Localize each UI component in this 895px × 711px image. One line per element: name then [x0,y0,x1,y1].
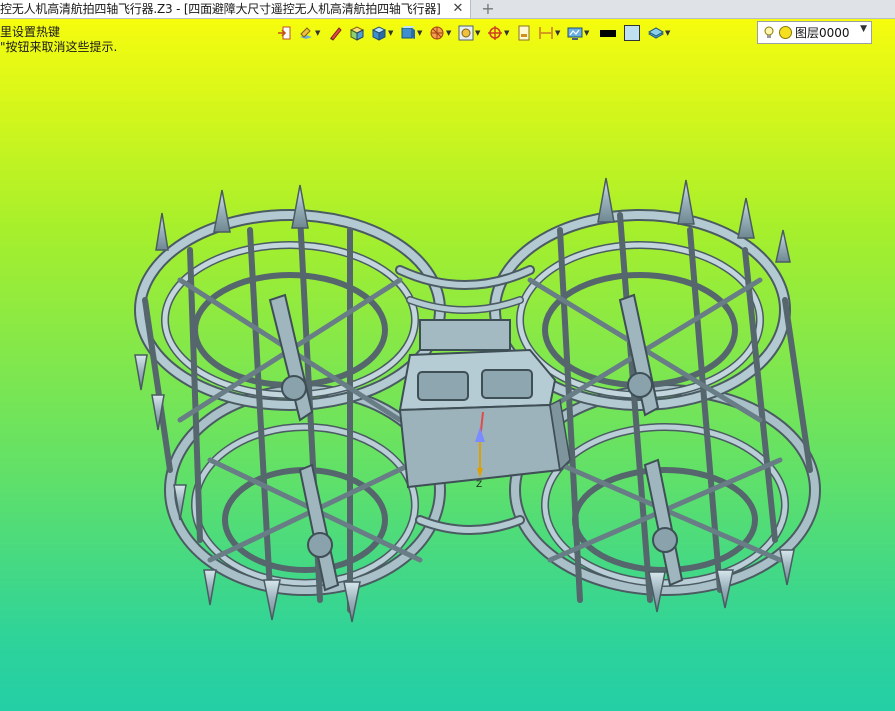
layer-color-dot [779,26,792,39]
snap-target-button[interactable]: ▼ [487,22,510,44]
chevron-down-icon: ▼ [504,29,510,37]
snap-target-icon [488,26,502,40]
shaded-box-button[interactable] [349,22,365,44]
layer-select[interactable]: 图层0000 ▼ [757,21,872,44]
chevron-down-icon: ▼ [417,29,423,37]
layer-style-button[interactable]: ▼ [648,22,671,44]
drone-body [398,319,571,489]
sphere-filter-icon [430,26,444,40]
document-tab[interactable]: 控无人机高清航拍四轴飞行器.Z3 - [四面避障大尺寸遥控无人机高清航拍四轴飞行… [0,0,471,18]
display-settings-icon [567,27,583,40]
layer-stack-icon [648,27,664,39]
line-color-swatch[interactable] [600,29,616,37]
document-tab-title: 控无人机高清航拍四轴飞行器.Z3 - [四面避障大尺寸遥控无人机高清航拍四轴飞行… [0,2,441,16]
exit-button[interactable] [276,22,292,44]
drone-model[interactable]: Z [0,0,895,711]
chevron-down-icon: ▼ [555,29,561,37]
zoom-fit-button[interactable]: ▼ [458,22,481,44]
svg-text:Z: Z [476,480,482,490]
pen-icon [330,27,342,41]
dimension-icon [539,27,553,39]
exit-icon [278,26,291,40]
document-tab-bar: 控无人机高清航拍四轴飞行器.Z3 - [四面避障大尺寸遥控无人机高清航拍四轴飞行… [0,0,895,19]
render-mode-icon [300,27,312,39]
sphere-filter-button[interactable]: ▼ [429,22,452,44]
display-settings-button[interactable]: ▼ [567,22,590,44]
chevron-down-icon: ▼ [388,29,394,37]
solid-cube-icon [371,26,387,41]
zoom-fit-icon [458,25,474,41]
view-cube-icon [401,26,415,39]
page-icon [518,25,530,41]
chevron-down-icon: ▼ [584,29,590,37]
fill-color-swatch[interactable] [624,25,640,41]
chevron-down-icon: ▼ [446,29,452,37]
view-toolbar: ▼ ▼ ▼ ▼ ▼ ▼ ▼ ▼ ▼ [276,22,677,44]
hint-line-2: "按钮来取消这些提示. [0,40,118,54]
chevron-down-icon: ▼ [315,29,321,37]
lightbulb-icon [764,26,774,38]
solid-cube-button[interactable]: ▼ [371,22,394,44]
new-tab-button[interactable]: + [479,0,497,18]
close-icon[interactable]: ✕ [450,1,466,17]
render-mode-button[interactable]: ▼ [298,22,321,44]
hint-line-1: 里设置热键 [0,25,61,39]
pen-button[interactable] [327,22,343,44]
page-button[interactable] [516,22,532,44]
chevron-down-icon: ▼ [665,29,671,37]
chevron-down-icon: ▼ [860,24,867,34]
layer-name: 图层0000 [795,26,850,40]
shaded-box-icon [349,26,365,41]
dimension-button[interactable]: ▼ [538,22,561,44]
3d-viewport[interactable]: Z 控无人机高清航拍四轴飞行器.Z3 - [四面避障大尺寸遥控无人机高清航拍四轴… [0,0,895,711]
view-cube-button[interactable]: ▼ [400,22,423,44]
chevron-down-icon: ▼ [475,29,481,37]
